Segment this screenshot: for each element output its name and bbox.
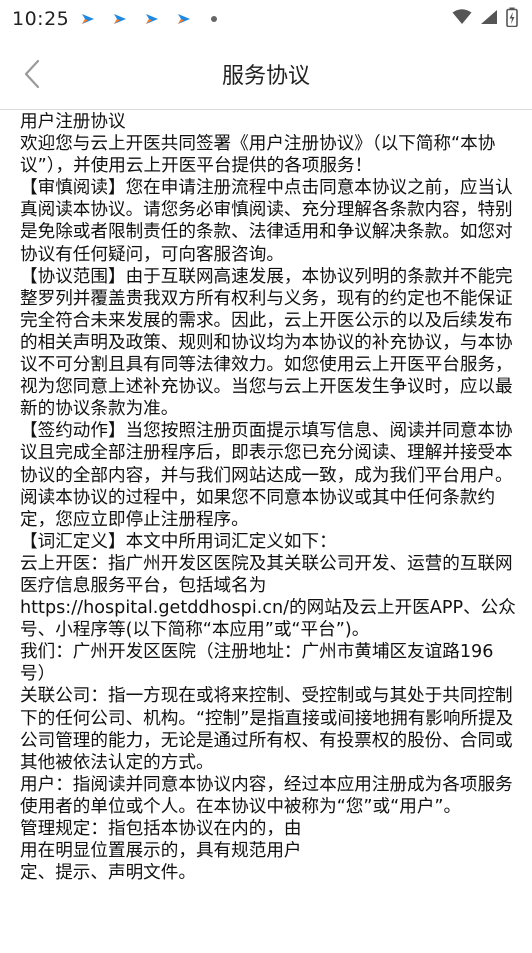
bottom-edge: [0, 947, 532, 953]
agreement-paragraph: 【词汇定义】本文中所用词汇定义如下：: [20, 531, 337, 552]
wifi-icon: [452, 9, 472, 29]
more-notifications-dot-icon: [211, 16, 218, 22]
agreement-heading: 用户注册协议: [20, 112, 126, 132]
page-title: 服务协议: [221, 63, 310, 89]
agreement-paragraph: 用在明显位置展示的，具有规范用户: [20, 841, 302, 862]
agreement-paragraph: 【审慎阅读】您在申请注册流程中点击同意本协议之前，应当认真阅读本协议。请您务必审…: [20, 178, 513, 265]
agreement-content: 用户注册协议 欢迎您与云上开医共同签署《用户注册协议》（以下简称“本协议”），并…: [20, 111, 518, 884]
agreement-paragraph: 欢迎您与云上开医共同签署《用户注册协议》（以下简称“本协议”），并使用云上开医平…: [20, 134, 496, 177]
agreement-paragraph: 云上开医：指广州开发区医院及其关联公司开发、运营的互联网医疗信息服务平台，包括域…: [20, 553, 516, 641]
agreement-paragraph: 管理规定：指包括本协议在内的，由: [20, 819, 302, 839]
send-notification-icon: [113, 12, 127, 26]
nav-bar: 服务协议: [0, 38, 532, 110]
status-right-icons: [452, 7, 518, 31]
agreement-paragraph: 关联公司：指一方现在或将来控制、受控制或与其处于共同控制下的任何公司、机构。“控…: [20, 686, 514, 773]
battery-charging-icon: [506, 7, 518, 31]
send-notification-icon: [145, 12, 159, 26]
back-button[interactable]: [14, 56, 50, 92]
agreement-paragraph: 【签约动作】当您按照注册页面提示填写信息、阅读并同意本协议且完成全部注册程序后，…: [20, 421, 513, 530]
status-time: 10:25: [12, 8, 70, 30]
chevron-left-icon: [24, 59, 40, 89]
agreement-paragraph: 用户：指阅读并同意本协议内容，经过本应用注册成为各项服务使用者的单位或个人。在本…: [20, 774, 513, 817]
send-notification-icon: [81, 12, 95, 26]
agreement-paragraph: 我们：广州开发区医院（注册地址：广州市黄埔区友谊路196号）: [20, 642, 494, 685]
agreement-paragraph: 【协议范围】由于互联网高速发展，本协议列明的条款并不能完整罗列并覆盖贵我双方所有…: [20, 266, 513, 420]
status-bar: 10:25: [0, 0, 532, 38]
cellular-signal-icon: [480, 9, 498, 29]
agreement-paragraph: 定、提示、声明文件。: [20, 863, 196, 884]
send-notification-icon: [177, 12, 191, 26]
